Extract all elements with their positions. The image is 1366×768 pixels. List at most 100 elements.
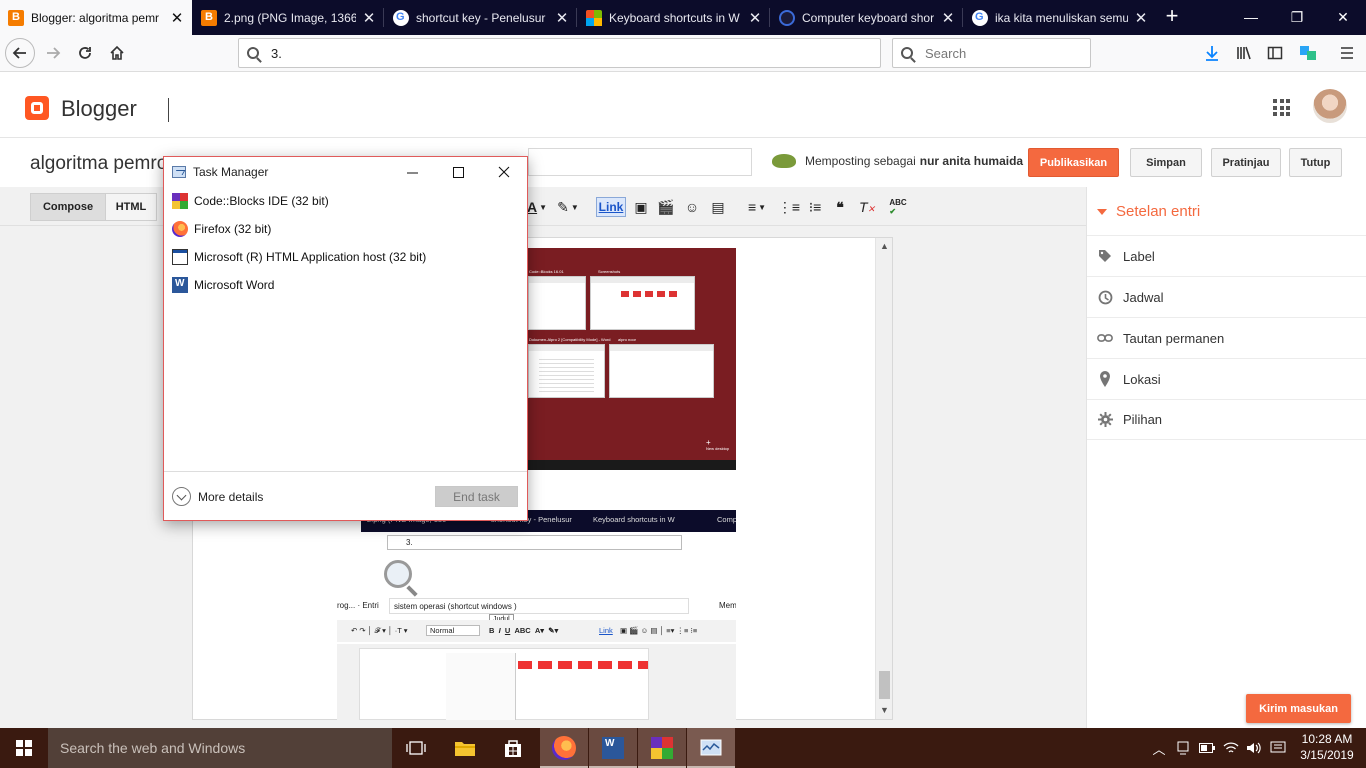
insert-image-button[interactable]: ▣ <box>631 197 651 217</box>
tm-minimize-button[interactable] <box>389 157 435 187</box>
tm-maximize-button[interactable] <box>435 157 481 187</box>
close-icon[interactable]: ✕ <box>362 9 376 27</box>
insert-jump-break-button[interactable]: ▤ <box>708 197 728 217</box>
text-color-button[interactable]: A ▼ <box>526 197 548 217</box>
task-manager-taskbar-button[interactable] <box>687 728 735 768</box>
tm-app-row[interactable]: Microsoft (R) HTML Application host (32 … <box>164 243 527 271</box>
scroll-thumb[interactable] <box>879 671 890 699</box>
tab-shortcut-key[interactable]: shortcut key - Penelusur ✕ <box>385 0 577 35</box>
sidebar-item-label[interactable]: Label <box>1087 235 1366 276</box>
editor-scrollbar[interactable]: ▲ ▼ <box>875 238 892 719</box>
tm-close-button[interactable] <box>481 157 527 187</box>
forward-button[interactable] <box>38 38 68 68</box>
mini-font-size: Normal <box>426 625 480 636</box>
scroll-down-icon[interactable]: ▼ <box>876 702 893 719</box>
volume-icon[interactable] <box>1245 728 1263 768</box>
menu-button[interactable] <box>1332 38 1362 68</box>
tm-app-row[interactable]: Firefox (32 bit) <box>164 215 527 243</box>
compose-mode-button[interactable]: Compose <box>30 193 106 221</box>
close-icon[interactable]: ✕ <box>555 9 569 27</box>
new-tab-button[interactable]: + <box>1158 5 1186 29</box>
google-icon <box>972 9 988 26</box>
sidebar-item-options[interactable]: Pilihan <box>1087 399 1366 440</box>
sidebar-button[interactable] <box>1260 38 1290 68</box>
tab-blogger[interactable]: Blogger: algoritma pemr ✕ <box>0 0 192 35</box>
end-task-button[interactable]: End task <box>435 486 518 507</box>
close-window-button[interactable]: ✕ <box>1320 0 1366 35</box>
tab-ika-kita[interactable]: ika kita menuliskan semu ✕ <box>964 0 1156 35</box>
image-icon: ▣ <box>634 198 648 215</box>
sidebar-item-schedule[interactable]: Jadwal <box>1087 276 1366 317</box>
wifi-icon[interactable] <box>1222 728 1240 768</box>
publish-button[interactable]: Publikasikan <box>1028 148 1119 177</box>
minimize-button[interactable]: — <box>1228 0 1274 35</box>
scroll-up-icon[interactable]: ▲ <box>876 238 893 255</box>
tab-computer-keyboard[interactable]: Computer keyboard shor ✕ <box>771 0 963 35</box>
highlight-button[interactable]: ✎ ▼ <box>555 197 581 217</box>
show-hidden-icons-button[interactable]: ︿ <box>1150 728 1168 768</box>
tab-keyboard-shortcuts[interactable]: Keyboard shortcuts in W ✕ <box>578 0 770 35</box>
tab-png-image[interactable]: 2.png (PNG Image, 1366 ✕ <box>193 0 384 35</box>
firefox-taskbar-button[interactable] <box>540 728 588 768</box>
tm-app-row[interactable]: Code::Blocks IDE (32 bit) <box>164 187 527 215</box>
insert-emoji-button[interactable]: ☺ <box>682 197 702 217</box>
more-details-button[interactable]: More details <box>172 487 263 506</box>
network-device-icon[interactable] <box>1174 728 1192 768</box>
html-mode-button[interactable]: HTML <box>105 193 157 221</box>
arrow-right-icon <box>47 47 61 59</box>
start-button[interactable] <box>0 728 48 768</box>
close-icon[interactable]: ✕ <box>748 9 762 27</box>
close-icon[interactable]: ✕ <box>170 9 184 27</box>
library-button[interactable] <box>1229 38 1259 68</box>
windows-logo-icon <box>16 740 32 756</box>
close-button[interactable]: Tutup <box>1289 148 1342 177</box>
post-title-input[interactable] <box>528 148 752 176</box>
taskbar-clock[interactable]: 10:28 AM 3/15/2019 <box>1296 731 1358 763</box>
home-button[interactable] <box>102 38 132 68</box>
search-box[interactable]: Search <box>892 38 1091 68</box>
url-bar[interactable]: 3. <box>238 38 881 68</box>
blogger-brand[interactable]: Blogger <box>61 96 137 122</box>
blogger-logo-icon[interactable] <box>25 96 49 120</box>
search-icon <box>247 47 259 59</box>
store-button[interactable] <box>489 728 537 768</box>
mini-window <box>528 276 586 330</box>
alignment-button[interactable]: ≡ ▼ <box>743 197 771 217</box>
sidebar-item-permalink[interactable]: Tautan permanen <box>1087 317 1366 358</box>
browser-tab-strip: Blogger: algoritma pemr ✕ 2.png (PNG Ima… <box>0 0 1366 35</box>
insert-video-button[interactable]: 🎬 <box>656 197 676 217</box>
close-icon[interactable]: ✕ <box>941 9 955 27</box>
file-explorer-button[interactable] <box>441 728 489 768</box>
reload-icon <box>79 47 91 59</box>
close-icon[interactable]: ✕ <box>1134 9 1148 27</box>
sidebar-item-location[interactable]: Lokasi <box>1087 358 1366 399</box>
restore-button[interactable]: ❐ <box>1274 0 1320 35</box>
reload-button[interactable] <box>70 38 100 68</box>
tm-app-row[interactable]: Microsoft Word <box>164 271 527 299</box>
preview-button[interactable]: Pratinjau <box>1211 148 1281 177</box>
notifications-icon[interactable] <box>1269 728 1287 768</box>
downloads-button[interactable] <box>1197 38 1227 68</box>
bulleted-list-button[interactable]: ⁝≡ <box>805 197 825 217</box>
taskbar-search-box[interactable]: Search the web and Windows <box>48 728 392 768</box>
clear-formatting-button[interactable]: T✕ <box>857 197 877 217</box>
jump-break-icon: ▤ <box>711 198 725 215</box>
save-button[interactable]: Simpan <box>1130 148 1202 177</box>
quote-button[interactable]: ❝ <box>830 197 850 217</box>
numbered-list-button[interactable]: ⋮≡ <box>778 197 800 217</box>
magnifier-icon <box>384 560 412 588</box>
sync-button[interactable] <box>1293 38 1323 68</box>
battery-icon[interactable] <box>1198 728 1216 768</box>
back-button[interactable] <box>5 38 35 68</box>
link-button[interactable]: Link <box>596 197 626 217</box>
search-icon <box>901 47 913 59</box>
post-settings-heading[interactable]: Setelan entri <box>1097 203 1200 220</box>
mini-tab: Keyboard shortcuts in W <box>593 515 675 524</box>
word-taskbar-button[interactable] <box>589 728 637 768</box>
spellcheck-button[interactable]: ABC ✔ <box>888 197 908 217</box>
codeblocks-taskbar-button[interactable] <box>638 728 686 768</box>
avatar[interactable] <box>1313 89 1347 123</box>
send-feedback-button[interactable]: Kirim masukan <box>1246 694 1351 723</box>
apps-grid-icon[interactable] <box>1273 99 1290 116</box>
task-view-button[interactable] <box>392 728 440 768</box>
